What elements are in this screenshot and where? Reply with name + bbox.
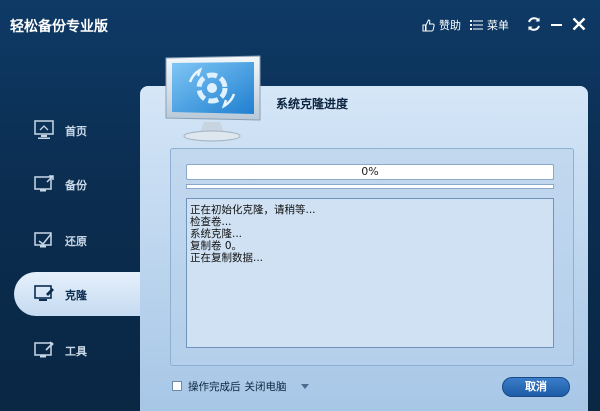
refresh-button[interactable] xyxy=(524,14,544,34)
home-monitor-icon xyxy=(34,120,54,139)
backup-icon xyxy=(34,175,54,192)
menu-button[interactable]: 菜单 xyxy=(470,16,509,34)
log-line: 检查卷... xyxy=(190,216,232,228)
after-operation-dropdown[interactable]: 关闭电脑 xyxy=(245,379,309,394)
sidebar-item-label: 工具 xyxy=(65,345,87,358)
sidebar-item-tools[interactable]: 工具 xyxy=(0,328,140,372)
progress-bar: 0% xyxy=(186,164,554,180)
sub-progress-bar xyxy=(186,184,554,189)
minimize-icon xyxy=(551,24,562,26)
close-button[interactable] xyxy=(569,14,589,34)
sidebar-item-label: 备份 xyxy=(65,179,87,192)
log-line: 系统克隆... xyxy=(190,228,243,240)
thumbs-up-icon xyxy=(422,18,435,31)
app-window: 轻松备份专业版 赞助 菜单 首页 备份 还原 克隆 工具 系统克隆进度 0% 正… xyxy=(0,0,600,411)
sponsor-button[interactable]: 赞助 xyxy=(422,16,461,34)
sidebar-item-backup[interactable]: 备份 xyxy=(0,162,140,206)
menu-icon xyxy=(470,20,483,30)
sidebar-item-label: 还原 xyxy=(65,235,87,248)
dropdown-selected: 关闭电脑 xyxy=(244,380,287,393)
log-line: 正在初始化克隆，请稍等... xyxy=(190,204,316,216)
cancel-button[interactable]: 取消 xyxy=(502,377,570,397)
progress-percent: 0% xyxy=(361,165,379,178)
clone-icon xyxy=(34,285,54,301)
sponsor-label: 赞助 xyxy=(439,19,461,32)
log-area[interactable]: 正在初始化克隆，请稍等... 检查卷... 系统克隆... 复制卷 0。 正在复… xyxy=(186,198,554,348)
sidebar-item-label: 克隆 xyxy=(65,289,87,302)
sidebar-item-label: 首页 xyxy=(65,125,87,138)
restore-icon xyxy=(34,232,52,248)
sidebar: 首页 备份 还原 克隆 工具 xyxy=(0,100,154,411)
after-operation-label: 操作完成后 xyxy=(188,380,241,393)
after-operation-checkbox[interactable] xyxy=(172,381,182,391)
page-title: 系统克隆进度 xyxy=(276,97,349,111)
app-title: 轻松备份专业版 xyxy=(10,19,108,35)
title-bar: 轻松备份专业版 赞助 菜单 xyxy=(0,0,600,50)
chevron-down-icon xyxy=(300,383,309,389)
after-operation-option: 操作完成后 关闭电脑 xyxy=(172,378,309,394)
log-line: 正在复制数据... xyxy=(190,252,264,264)
sidebar-item-home[interactable]: 首页 xyxy=(0,108,140,152)
log-line: 复制卷 0。 xyxy=(190,240,243,252)
refresh-icon xyxy=(528,17,540,31)
close-icon xyxy=(572,17,586,31)
minimize-button[interactable] xyxy=(547,14,567,34)
sidebar-item-restore[interactable]: 还原 xyxy=(0,218,140,262)
tools-icon xyxy=(34,341,54,358)
menu-label: 菜单 xyxy=(487,19,509,32)
clone-monitor-icon xyxy=(165,55,261,142)
sidebar-item-clone[interactable]: 克隆 xyxy=(14,272,154,316)
